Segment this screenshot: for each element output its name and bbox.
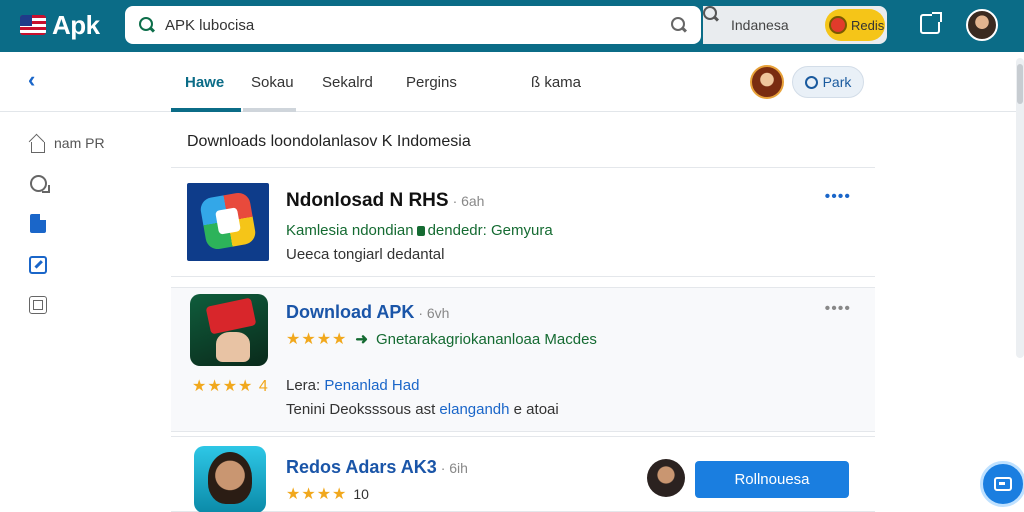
park-button-label: Park <box>822 74 852 90</box>
chat-icon <box>994 477 1012 491</box>
search-icon <box>139 17 155 33</box>
app-title[interactable]: Download APK · 6vh <box>286 302 449 323</box>
search-submit-icon[interactable] <box>671 17 687 33</box>
lock-icon <box>416 226 425 237</box>
rating-row: ★★★★ 10 <box>286 484 369 504</box>
search-bar[interactable] <box>125 6 701 44</box>
chat-button[interactable] <box>980 461 1024 507</box>
hat-shape <box>205 297 257 335</box>
rating-count: 10 <box>353 486 369 502</box>
developer-avatar[interactable] <box>647 459 685 497</box>
arrow-icon: ➜ <box>355 331 368 348</box>
app-description: Ueeca tongiarl dedantal <box>286 246 445 263</box>
app-title-text: Ndonlosad N RHS <box>286 190 449 211</box>
search-input[interactable] <box>165 16 671 34</box>
rating-row: ★★★★ ➜ Gnetarakagriokananloaa Macdes <box>286 329 597 349</box>
app-logo[interactable]: Apk <box>20 8 100 42</box>
install-button[interactable]: Rollnouesa <box>695 461 849 498</box>
description-link[interactable]: elangandh <box>439 401 509 418</box>
star-rating-icon: ★★★★ 4 <box>192 378 269 395</box>
region-badge-label: Redis <box>851 17 885 33</box>
app-subtitle: Gnetarakagriokananloaa Macdes <box>375 330 597 348</box>
post-time: · 6vh <box>418 305 450 321</box>
back-chevron-icon[interactable]: ‹ <box>28 69 48 91</box>
park-button[interactable]: Park <box>792 66 864 98</box>
sidebar-item-label[interactable]: nam PR <box>54 135 105 151</box>
page-title: Downloads loondolanlasov K Indomesia <box>187 133 471 150</box>
description-part-a: Tenini Deoksssous ast <box>286 401 436 418</box>
sub-navigation: ‹ Hawe Sokau Sekalrd Pergins ß kama Park <box>0 52 1024 112</box>
edit-icon[interactable] <box>29 256 47 274</box>
app-icon[interactable] <box>187 183 269 261</box>
app-subtitle: Kamlesia ndondian dendedr: Gemyura <box>286 222 553 239</box>
home-icon[interactable] <box>28 134 48 154</box>
app-icon[interactable] <box>194 446 266 512</box>
settings-icon[interactable] <box>30 175 50 193</box>
tab-kama[interactable]: ß kama <box>531 74 581 91</box>
document-icon[interactable] <box>30 214 46 233</box>
app-description: Tenini Deoksssous ast elangandh e atoai <box>286 401 559 418</box>
user-avatar[interactable] <box>966 9 998 41</box>
tab-sekalrd[interactable]: Sekalrd <box>322 74 373 91</box>
list-item[interactable]: Redos Adars AK3 · 6ih ★★★★ 10 Rollnouesa <box>171 436 875 512</box>
app-title-text: Download APK <box>286 302 415 322</box>
star-rating-icon: ★★★★ <box>286 486 348 503</box>
description-part-c: e atoai <box>513 401 559 418</box>
portrait-shape <box>208 452 252 504</box>
tab-sokau[interactable]: Sokau <box>251 74 294 91</box>
tab-pergins[interactable]: Pergins <box>406 74 457 91</box>
flag-icon <box>20 15 46 35</box>
top-bar: Apk Indanesa Redis <box>0 0 1024 52</box>
app-title[interactable]: Ndonlosad N RHS · 6ah <box>286 190 484 212</box>
tab-home[interactable]: Hawe <box>185 74 224 91</box>
list-item[interactable]: Download APK · 6vh •••• ★★★★ ➜ Gnetarakag… <box>171 287 875 432</box>
star-rating-icon: ★★★★ <box>286 331 348 348</box>
scrollbar-thumb[interactable] <box>1017 64 1023 104</box>
more-options-icon[interactable]: •••• <box>825 188 851 206</box>
share-icon[interactable] <box>920 12 942 34</box>
app-logo-shape <box>198 191 258 251</box>
region-badge[interactable]: Redis <box>825 9 885 41</box>
region-search[interactable]: Indanesa Redis <box>703 6 887 44</box>
list-item[interactable]: Ndonlosad N RHS · 6ah •••• Kamlesia ndond… <box>171 167 875 277</box>
profile-avatar[interactable] <box>750 65 784 99</box>
app-name: Apk <box>52 9 100 40</box>
tab-active-indicator <box>171 108 241 112</box>
box-icon[interactable] <box>29 296 47 314</box>
app-icon[interactable] <box>190 294 268 366</box>
more-options-icon[interactable]: •••• <box>825 300 851 318</box>
tab-secondary-indicator <box>243 108 296 112</box>
meta-label: Lera: <box>286 377 321 394</box>
post-time: · 6ih <box>440 460 468 476</box>
subtitle-part-b: dendedr: Gemyura <box>427 222 553 239</box>
app-title-text: Redos Adars AK3 <box>286 457 437 477</box>
flag-dot-icon <box>829 16 847 34</box>
hand-shape <box>216 332 250 362</box>
post-time: · 6ah <box>452 193 485 209</box>
region-search-text: Indanesa <box>731 17 789 33</box>
subtitle-part-a: Kamlesia ndondian <box>286 222 414 239</box>
app-title[interactable]: Redos Adars AK3 · 6ih <box>286 457 468 478</box>
park-icon <box>804 75 818 89</box>
meta-link[interactable]: Penanlad Had <box>324 377 419 394</box>
app-meta: Lera: Penanlad Had <box>286 377 419 394</box>
